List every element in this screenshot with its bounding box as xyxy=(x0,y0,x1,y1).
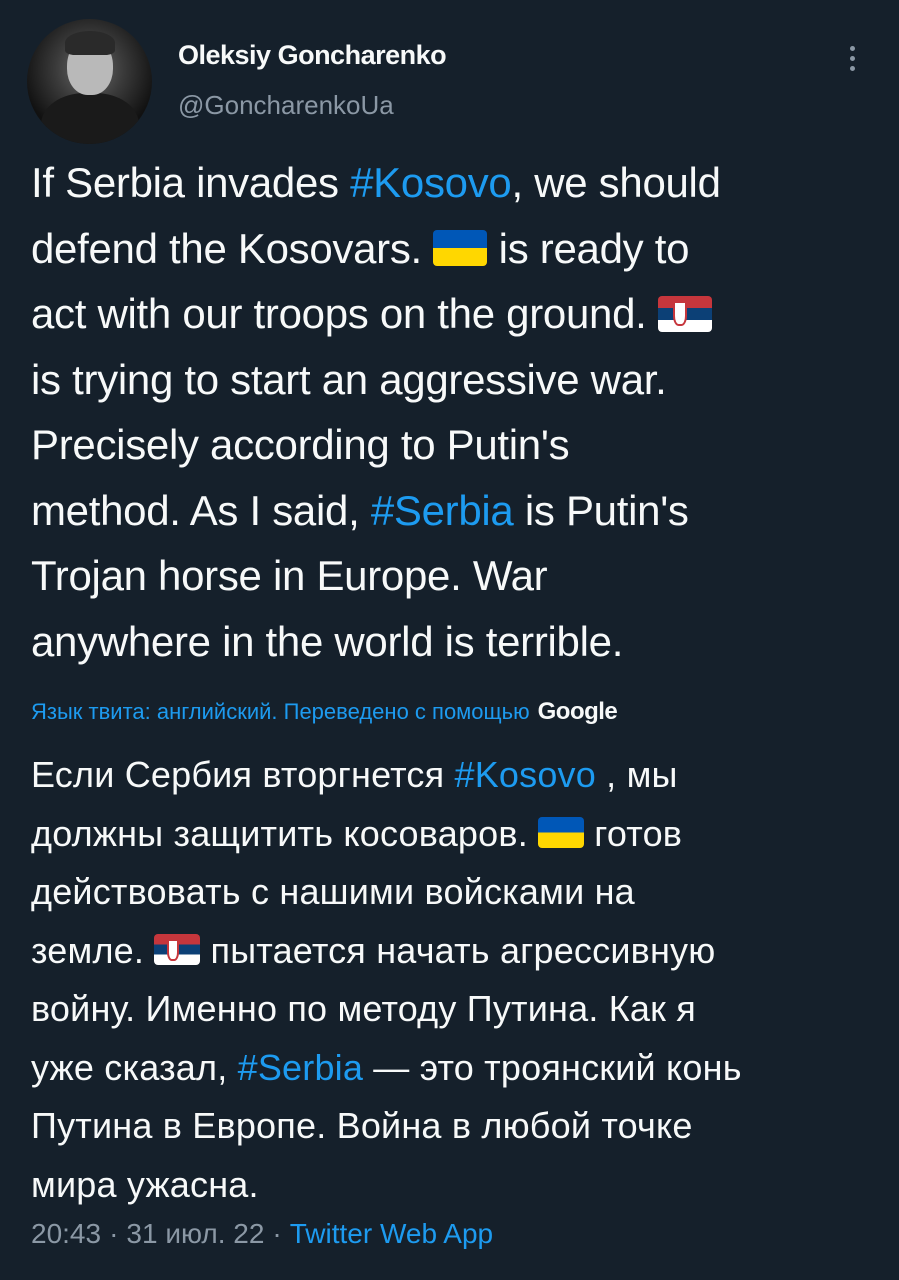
tweet-line: Precisely according to Putin's xyxy=(31,412,876,478)
tweet-text-segment: anywhere in the world is terrible. xyxy=(31,617,624,665)
tweet-text: If Serbia invades #Kosovo, we should defe… xyxy=(31,150,876,674)
translation-text-segment: Путина в Европе. Война в любой точке xyxy=(31,1105,693,1146)
tweet-text-segment: If Serbia invades xyxy=(31,159,351,206)
translation-text-segment: Если Сербия вторгнется xyxy=(31,754,455,795)
translation-line: войну. Именно по методу Путина. Как я xyxy=(31,980,876,1039)
ukraine-flag-icon xyxy=(538,817,585,849)
footer-separator: · xyxy=(109,1218,119,1249)
tweet-line: is trying to start an aggressive war. xyxy=(31,347,876,413)
serbia-crest-shape xyxy=(673,301,688,327)
translation-line: мира ужасна. xyxy=(31,1156,876,1215)
translation-line: уже сказал, #Serbia — это троянский конь xyxy=(31,1039,876,1098)
avatar-hair-shape xyxy=(65,31,115,55)
tweet-text-segment: is ready to xyxy=(487,224,690,272)
more-vertical-icon[interactable] xyxy=(842,38,862,78)
tweet-footer: 20:43 · 31 июл. 22 · Twitter Web App xyxy=(31,1218,493,1250)
serbia-flag-icon xyxy=(154,934,201,966)
translation-meta-link[interactable]: Язык твита: английский. Переведено с пом… xyxy=(31,699,530,724)
translation-text-segment: должны защитить косоваров. xyxy=(31,812,539,854)
serbia-flag-icon xyxy=(657,295,712,332)
tweet-card: Oleksiy Goncharenko @GoncharenkoUa If Se… xyxy=(0,0,899,1280)
tweet-text-segment: defend the Kosovars. xyxy=(31,224,434,272)
tweet-line: method. As I said, #Serbia is Putin's xyxy=(31,478,876,544)
tweet-text-segment: act with our troops on the ground. xyxy=(31,290,658,337)
tweet-date[interactable]: 31 июл. 22 xyxy=(126,1218,264,1249)
tweet-text-segment: , we should xyxy=(511,159,721,206)
translation-line: должны защитить косоваров. готов xyxy=(31,805,876,864)
avatar-body-shape xyxy=(41,93,139,144)
translation-text-segment: — это троянский конь xyxy=(363,1046,742,1088)
tweet-text-segment: Trojan horse in Europe. War xyxy=(31,552,548,599)
tweet-line: act with our troops on the ground. xyxy=(31,281,876,347)
tweet-text-segment: Precisely according to Putin's xyxy=(31,421,570,468)
translation-text-segment: , мы xyxy=(595,754,678,795)
hashtag-link[interactable]: #Kosovo xyxy=(350,159,512,206)
translation-line: действовать с нашими войсками на xyxy=(31,863,876,922)
user-name[interactable]: Oleksiy Goncharenko xyxy=(178,40,447,71)
translation-text-segment: мира ужасна. xyxy=(31,1163,259,1205)
tweet-text-segment: is trying to start an aggressive war. xyxy=(31,355,667,403)
translation-line: земле. пытается начать агрессивную xyxy=(31,922,876,981)
translation-line: Если Сербия вторгнется #Kosovo , мы xyxy=(31,746,876,805)
ukraine-flag-icon xyxy=(433,230,488,267)
hashtag-link[interactable]: #Serbia xyxy=(238,1047,363,1088)
translation-line: Путина в Европе. Война в любой точке xyxy=(31,1097,876,1156)
hashtag-link[interactable]: #Kosovo xyxy=(454,754,596,795)
translated-text: Если Сербия вторгнется #Kosovo , мы должн… xyxy=(31,746,876,1214)
tweet-line: anywhere in the world is terrible. xyxy=(31,609,876,675)
tweet-line: defend the Kosovars. is ready to xyxy=(31,216,876,282)
translation-text-segment: войну. Именно по методу Путина. Как я xyxy=(31,988,696,1029)
google-logo: Google xyxy=(537,698,618,725)
tweet-source[interactable]: Twitter Web App xyxy=(290,1218,493,1249)
serbia-crest-shape xyxy=(167,939,180,961)
translation-text-segment: уже сказал, xyxy=(31,1046,238,1088)
hashtag-link[interactable]: #Serbia xyxy=(371,487,514,534)
tweet-time[interactable]: 20:43 xyxy=(31,1218,101,1249)
translation-text-segment: земле. xyxy=(31,929,155,971)
tweet-line: If Serbia invades #Kosovo, we should xyxy=(31,150,876,216)
tweet-line: Trojan horse in Europe. War xyxy=(31,543,876,609)
translation-text-segment: действовать с нашими войсками на xyxy=(31,871,635,912)
translation-text-segment: пытается начать агрессивную xyxy=(200,929,716,971)
translation-text-segment: готов xyxy=(584,812,683,854)
user-handle[interactable]: @GoncharenkoUa xyxy=(178,90,394,121)
footer-separator: · xyxy=(272,1218,282,1249)
tweet-text-segment: is Putin's xyxy=(513,486,689,534)
tweet-text-segment: method. As I said, xyxy=(31,486,371,534)
translation-meta: Язык твита: английский. Переведено с пом… xyxy=(31,698,618,726)
avatar[interactable] xyxy=(27,19,152,144)
